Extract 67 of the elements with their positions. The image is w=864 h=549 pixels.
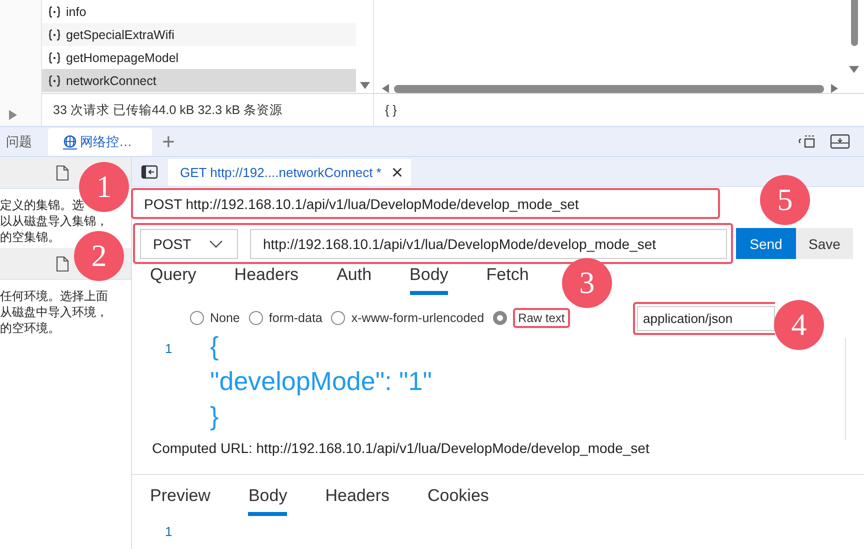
radio-button[interactable]: [190, 311, 204, 325]
document-icon[interactable]: [56, 164, 69, 180]
help-text-line: 的空集锦。: [0, 229, 61, 245]
response-tab[interactable]: Preview: [150, 485, 210, 516]
line-number: 1: [164, 523, 174, 539]
request-row[interactable]: info: [42, 0, 356, 23]
request-option-tab[interactable]: Headers: [234, 264, 299, 295]
braces-icon: [48, 74, 61, 86]
radio-label[interactable]: x-www-form-urlencoded: [351, 311, 484, 325]
scroll-down-icon[interactable]: [849, 66, 859, 73]
request-option-tab[interactable]: Query: [150, 264, 196, 295]
step-marker: 3: [562, 258, 612, 308]
scroll-down-icon[interactable]: [360, 82, 370, 89]
line-number: 1: [164, 340, 174, 358]
request-line: POST http://192.168.10.1/api/v1/lua/DevelopMode/develop_mode_set: [144, 196, 579, 212]
close-icon[interactable]: ×: [391, 162, 404, 182]
send-button[interactable]: Send: [736, 228, 796, 259]
dock-bottom-icon[interactable]: [830, 134, 850, 149]
url-field[interactable]: http://192.168.10.1/api/v1/lua/DevelopMode/develop_mode_set: [250, 228, 727, 258]
help-text-line: 任何环境。选择上面: [0, 288, 109, 304]
request-option-tab[interactable]: Body: [410, 264, 448, 295]
globe-icon: [62, 134, 78, 150]
code-line: "developMode": "1": [210, 365, 432, 398]
request-row[interactable]: networkConnect: [42, 69, 356, 92]
radio-button[interactable]: [248, 311, 263, 325]
method-select[interactable]: POST: [140, 228, 238, 258]
save-button[interactable]: Save: [796, 228, 853, 259]
braces-icon: [48, 6, 61, 18]
response-preview: { }: [385, 103, 397, 117]
radio-button[interactable]: [493, 311, 508, 325]
expand-arrow-icon[interactable]: [8, 110, 17, 120]
horizontal-scrollbar[interactable]: [382, 84, 838, 93]
undock-icon[interactable]: [797, 134, 816, 149]
step-marker: 2: [74, 231, 124, 281]
request-row[interactable]: getSpecialExtraWifi: [42, 23, 356, 46]
help-text-line: 以从磁盘导入集锦，: [0, 213, 109, 229]
request-option-tab[interactable]: Fetch: [486, 264, 529, 295]
help-text-line: 从磁盘中导入环境，: [0, 304, 109, 320]
radio-label[interactable]: None: [210, 311, 240, 325]
radio-label[interactable]: Raw text: [518, 311, 565, 325]
content-type-field[interactable]: application/json: [637, 306, 775, 330]
request-tab[interactable]: GET http://192....networkConnect * ×: [168, 159, 412, 186]
request-summary: 33 次请求 已传输44.0 kB 32.3 kB 条资源: [53, 102, 283, 118]
code-line: {: [210, 330, 220, 363]
braces-icon: [48, 52, 61, 64]
request-row[interactable]: getHomepageModel: [42, 46, 356, 69]
sidebar-toggle-icon[interactable]: [141, 164, 158, 178]
step-marker: 4: [774, 300, 824, 350]
add-tab-button[interactable]: +: [152, 130, 185, 152]
request-option-tab[interactable]: Auth: [336, 264, 372, 295]
panel-tab[interactable]: 问题: [0, 128, 38, 156]
response-tab[interactable]: Cookies: [427, 485, 489, 516]
response-tab[interactable]: Headers: [325, 485, 390, 516]
document-icon[interactable]: [56, 256, 69, 272]
radio-button[interactable]: [331, 311, 346, 325]
vertical-scrollbar[interactable]: [851, 0, 858, 46]
help-text-line: 的空环境。: [0, 320, 61, 336]
panel-tab[interactable]: 网络控…: [48, 128, 152, 156]
response-tab[interactable]: Body: [248, 485, 288, 516]
radio-label[interactable]: form-data: [268, 311, 322, 325]
step-marker: 5: [760, 175, 810, 225]
computed-url: Computed URL: http://192.168.10.1/api/v1/lua/DevelopMode/develop_mode_set: [151, 440, 650, 458]
scroll-left-icon[interactable]: [382, 84, 389, 93]
chevron-down-icon[interactable]: [209, 240, 223, 248]
scroll-right-icon[interactable]: [831, 84, 838, 93]
braces-icon: [48, 28, 61, 40]
code-line: }: [210, 400, 220, 433]
